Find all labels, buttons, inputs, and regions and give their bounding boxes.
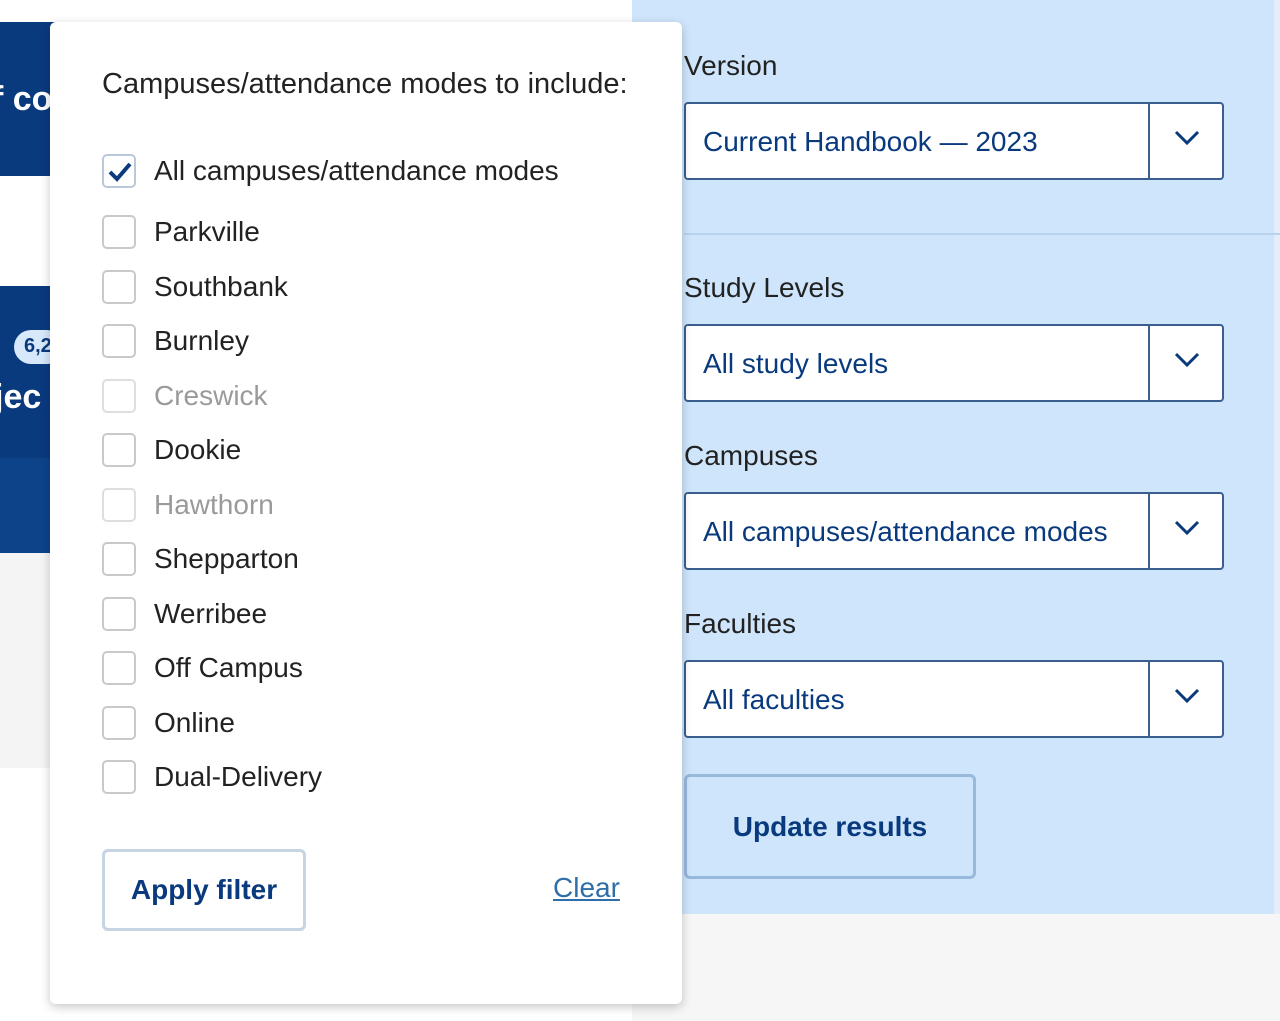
apply-filter-button[interactable]: Apply filter — [102, 849, 306, 931]
faculties-label: Faculties — [684, 608, 797, 639]
checkbox — [102, 379, 136, 413]
option-parkville[interactable]: Parkville — [102, 213, 260, 251]
option-creswick: Creswick — [102, 377, 268, 415]
option-label: Online — [154, 707, 235, 738]
faculties-dropdown-button[interactable] — [1148, 662, 1222, 736]
checkbox[interactable] — [102, 215, 136, 249]
update-results-button[interactable]: Update results — [684, 774, 976, 879]
option-label: Dual-Delivery — [154, 761, 323, 792]
clear-link[interactable]: Clear — [553, 872, 620, 904]
option-dookie[interactable]: Dookie — [102, 431, 241, 469]
option-label: Southbank — [154, 271, 288, 302]
option-label: Werribee — [154, 598, 268, 629]
option-southbank[interactable]: Southbank — [102, 268, 288, 306]
option-hawthorn: Hawthorn — [102, 486, 274, 524]
campuses-select[interactable]: All campuses/attendance modes — [684, 492, 1224, 570]
filter-panel-divider — [684, 233, 1280, 235]
checkbox[interactable] — [102, 597, 136, 631]
checkmark-icon — [108, 162, 132, 182]
checkbox[interactable] — [102, 433, 136, 467]
campuses-select-value: All campuses/attendance modes — [703, 516, 1108, 547]
option-label: Creswick — [154, 380, 268, 411]
option-off-campus[interactable]: Off Campus — [102, 649, 303, 687]
header-text-fragment: f co — [0, 80, 53, 118]
chevron-down-icon — [1174, 352, 1200, 368]
study-levels-select[interactable]: All study levels — [684, 324, 1224, 402]
version-select[interactable]: Current Handbook — 2023 — [684, 102, 1224, 180]
campus-filter-popup: Campuses/attendance modes to include: Al… — [50, 22, 682, 1004]
faculties-select[interactable]: All faculties — [684, 660, 1224, 738]
checkbox[interactable] — [102, 154, 136, 188]
version-select-value: Current Handbook — 2023 — [703, 126, 1038, 157]
filter-panel-edge — [1274, 0, 1280, 914]
option-burnley[interactable]: Burnley — [102, 322, 249, 360]
checkbox — [102, 488, 136, 522]
option-online[interactable]: Online — [102, 704, 235, 742]
version-label: Version — [684, 50, 778, 81]
option-label: All campuses/attendance modes — [154, 155, 559, 186]
popup-title: Campuses/attendance modes to include: — [102, 68, 628, 100]
option-label: Dookie — [154, 434, 242, 465]
faculties-select-value: All faculties — [703, 684, 845, 715]
study-levels-label: Study Levels — [684, 272, 845, 303]
page-footer-area — [632, 914, 1280, 1021]
tab-text-fragment: jec — [0, 378, 42, 416]
option-dual-delivery[interactable]: Dual-Delivery — [102, 758, 322, 796]
option-label: Parkville — [154, 216, 260, 247]
chevron-down-icon — [1174, 520, 1200, 536]
option-werribee[interactable]: Werribee — [102, 595, 267, 633]
option-label: Off Campus — [154, 652, 303, 683]
study-levels-dropdown-button[interactable] — [1148, 326, 1222, 400]
option-label: Shepparton — [154, 543, 299, 574]
option-label: Hawthorn — [154, 489, 274, 520]
study-levels-select-value: All study levels — [703, 348, 889, 379]
option-shepparton[interactable]: Shepparton — [102, 540, 299, 578]
checkbox[interactable] — [102, 270, 136, 304]
checkbox[interactable] — [102, 542, 136, 576]
campuses-dropdown-button[interactable] — [1148, 494, 1222, 568]
chevron-down-icon — [1174, 688, 1200, 704]
campuses-label: Campuses — [684, 440, 818, 471]
checkbox[interactable] — [102, 706, 136, 740]
checkbox[interactable] — [102, 760, 136, 794]
version-dropdown-button[interactable] — [1148, 104, 1222, 178]
option-all-campuses[interactable]: All campuses/attendance modes — [102, 152, 559, 190]
checkbox[interactable] — [102, 651, 136, 685]
option-label: Burnley — [154, 325, 249, 356]
checkbox[interactable] — [102, 324, 136, 358]
chevron-down-icon — [1174, 130, 1200, 146]
